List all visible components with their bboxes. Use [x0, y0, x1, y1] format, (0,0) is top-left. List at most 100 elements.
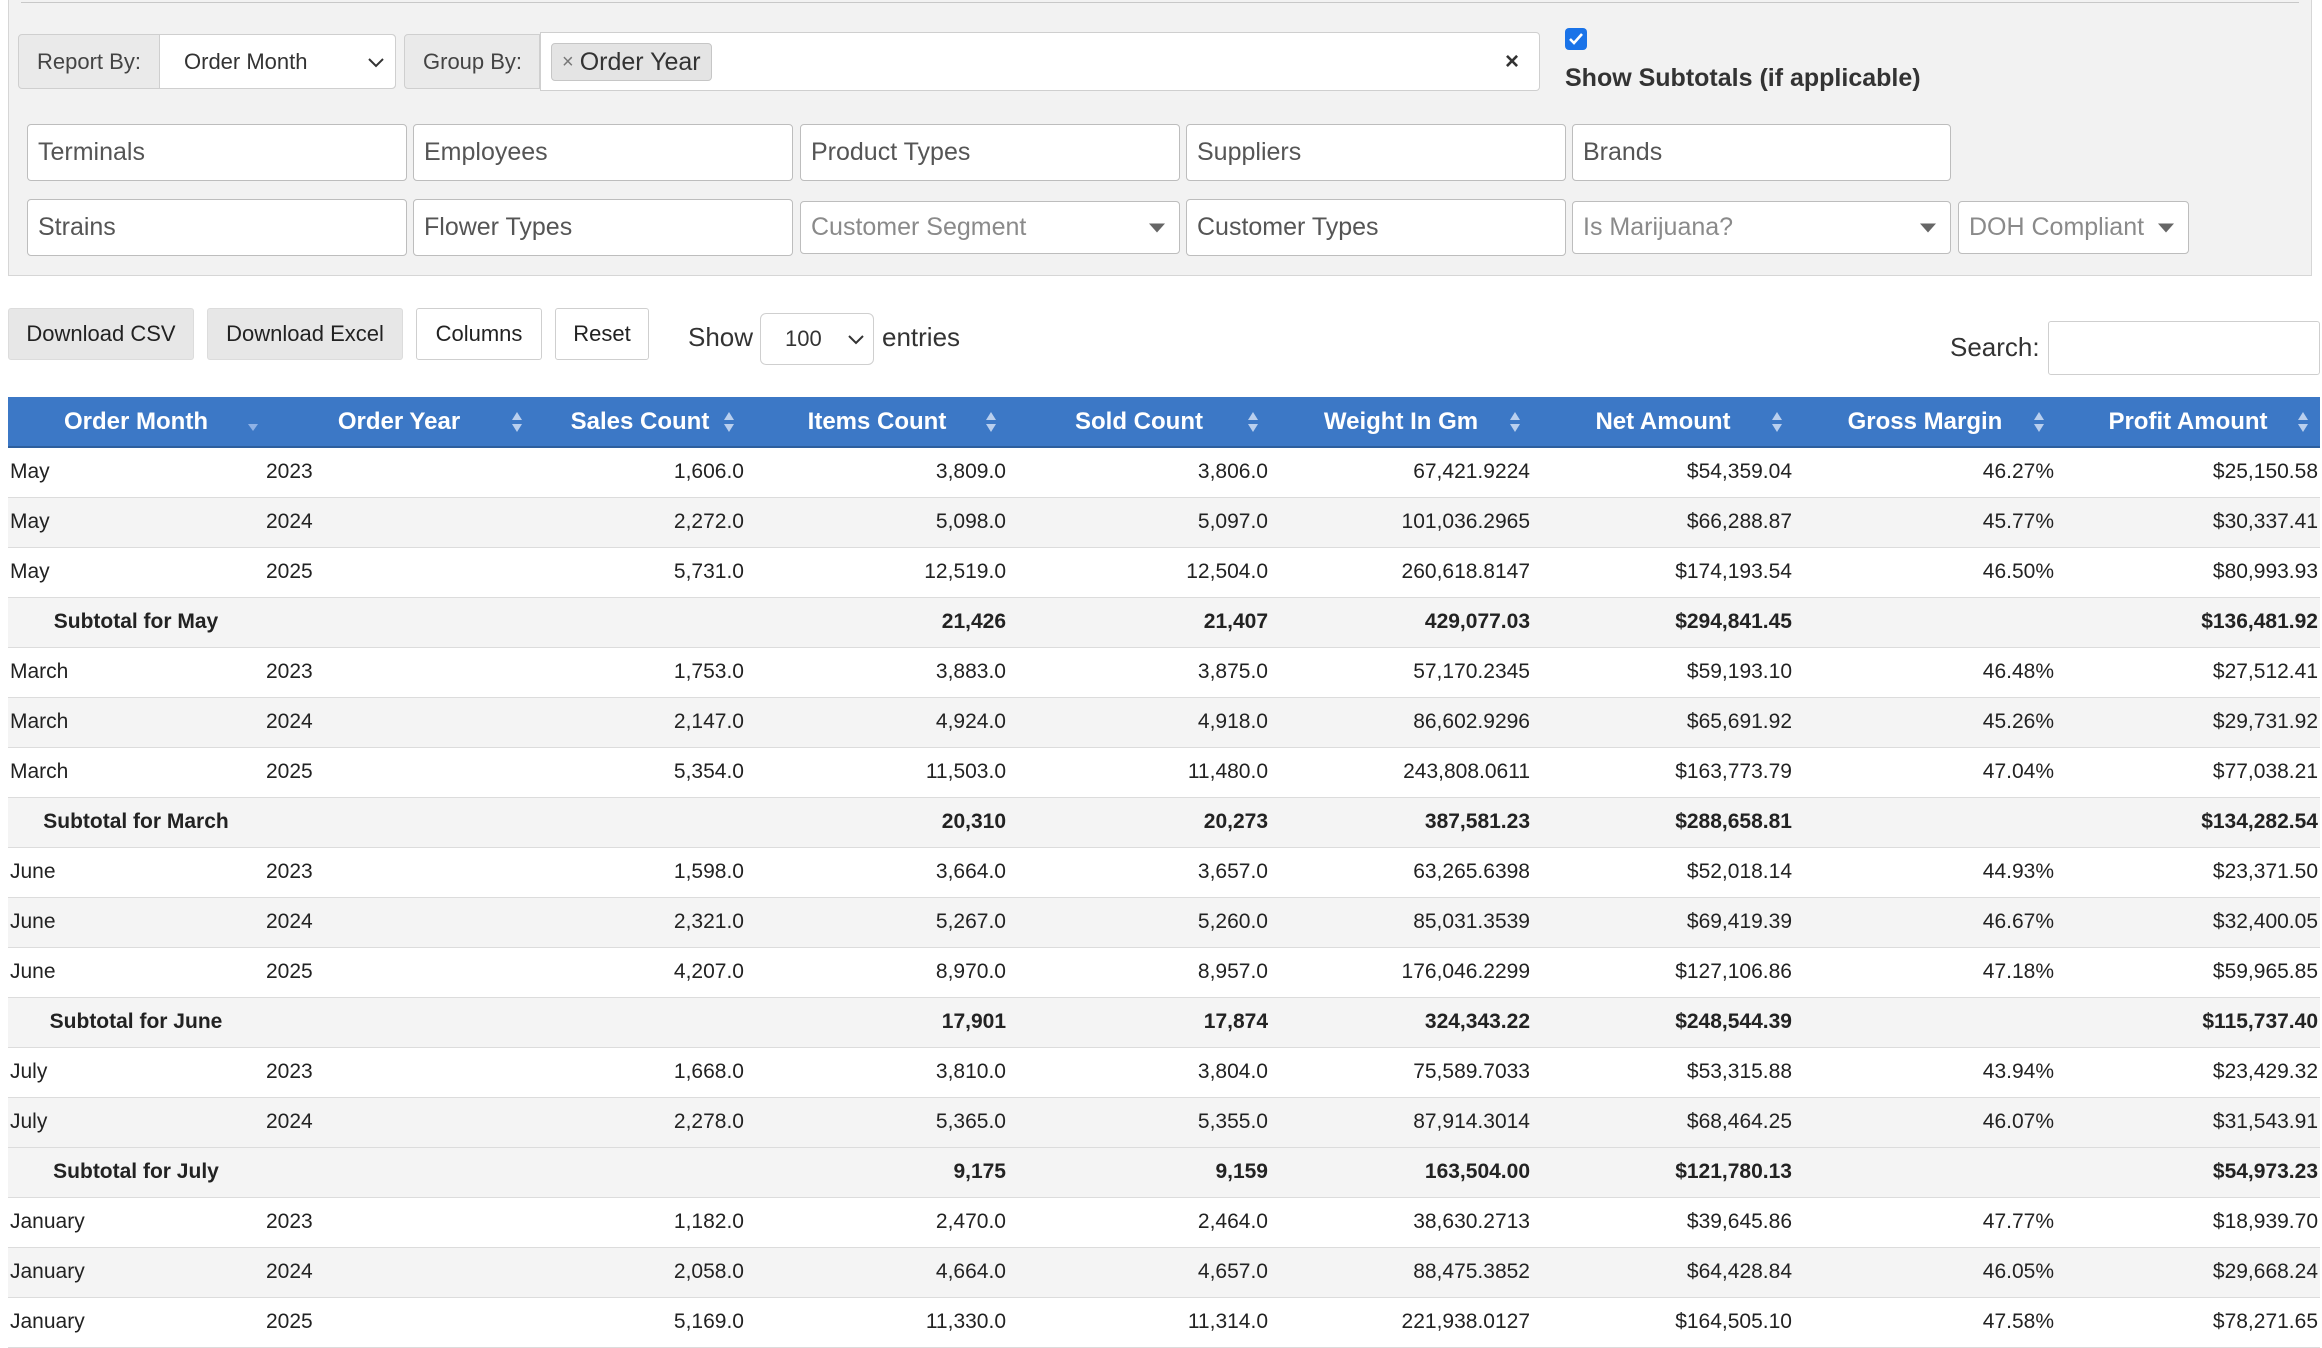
- strains-input[interactable]: Strains: [27, 199, 407, 256]
- employees-input[interactable]: Employees: [413, 124, 793, 181]
- sort-updown-icon: [724, 411, 734, 432]
- cell-weight: 163,504.00: [1270, 1147, 1532, 1198]
- sort-desc-icon: [248, 423, 258, 431]
- cell-sales-count: 5,169.0: [534, 1297, 746, 1348]
- download-excel-button[interactable]: Download Excel: [207, 308, 403, 360]
- product-types-input[interactable]: Product Types: [800, 124, 1180, 181]
- cell-sold-count: 5,097.0: [1008, 497, 1270, 548]
- subtotal-label: Subtotal for March: [8, 797, 264, 848]
- cell-sold-count: 4,918.0: [1008, 697, 1270, 748]
- subtotal-label: Subtotal for July: [8, 1147, 264, 1198]
- group-by-multiselect[interactable]: × Order Year ×: [540, 32, 1540, 91]
- empty-cell: [1794, 1147, 2056, 1198]
- header-order-month[interactable]: Order Month: [8, 397, 264, 448]
- download-csv-button[interactable]: Download CSV: [8, 308, 194, 360]
- cell-profit-amount: $29,731.92: [2056, 697, 2320, 748]
- cell-weight: 38,630.2713: [1270, 1197, 1532, 1248]
- brands-input[interactable]: Brands: [1572, 124, 1951, 181]
- cell-weight: 387,581.23: [1270, 797, 1532, 848]
- cell-gross-margin: 47.77%: [1794, 1197, 2056, 1248]
- cell-weight: 85,031.3539: [1270, 897, 1532, 948]
- header-net-amount[interactable]: Net Amount: [1532, 397, 1794, 448]
- group-by-label-box: Group By:: [404, 34, 540, 89]
- cell-month: March: [8, 747, 264, 798]
- entries-select[interactable]: 100: [760, 313, 874, 365]
- is-marijuana-select[interactable]: Is Marijuana?: [1572, 201, 1951, 254]
- empty-cell: [264, 797, 534, 848]
- is-marijuana-placeholder: Is Marijuana?: [1583, 213, 1734, 241]
- cell-gross-margin: 46.67%: [1794, 897, 2056, 948]
- doh-compliant-select[interactable]: DOH Compliant: [1958, 201, 2189, 254]
- chevron-down-icon: [368, 57, 384, 67]
- cell-year: 2023: [264, 1197, 534, 1248]
- table-body: May 2023 1,606.0 3,809.0 3,806.0 67,421.…: [8, 447, 2320, 1348]
- sort-updown-icon: [2298, 411, 2308, 432]
- search-input[interactable]: [2048, 321, 2320, 375]
- clear-icon[interactable]: ×: [1505, 48, 1519, 76]
- flower-types-input[interactable]: Flower Types: [413, 199, 793, 256]
- table-header-row: Order Month Order Year Sales Count Items…: [8, 397, 2320, 448]
- cell-items-count: 11,330.0: [746, 1297, 1008, 1348]
- table-row: May 2023 1,606.0 3,809.0 3,806.0 67,421.…: [8, 447, 2320, 498]
- cell-items-count: 3,664.0: [746, 847, 1008, 898]
- cell-weight: 86,602.9296: [1270, 697, 1532, 748]
- cell-items-count: 5,365.0: [746, 1097, 1008, 1148]
- cell-profit-amount: $23,371.50: [2056, 847, 2320, 898]
- entries-value: 100: [785, 326, 822, 351]
- report-by-select[interactable]: Report By: Order Month: [18, 34, 396, 89]
- suppliers-input[interactable]: Suppliers: [1186, 124, 1566, 181]
- header-order-year[interactable]: Order Year: [264, 397, 534, 448]
- cell-net-amount: $52,018.14: [1532, 847, 1794, 898]
- header-weight-in-gm[interactable]: Weight In Gm: [1270, 397, 1532, 448]
- cell-sales-count: 2,058.0: [534, 1247, 746, 1298]
- cell-year: 2023: [264, 1047, 534, 1098]
- remove-tag-icon[interactable]: ×: [562, 51, 574, 74]
- cell-sold-count: 3,804.0: [1008, 1047, 1270, 1098]
- empty-cell: [1794, 597, 2056, 648]
- cell-items-count: 11,503.0: [746, 747, 1008, 798]
- show-label: Show: [688, 322, 754, 352]
- cell-net-amount: $121,780.13: [1532, 1147, 1794, 1198]
- empty-cell: [264, 597, 534, 648]
- header-gross-margin[interactable]: Gross Margin: [1794, 397, 2056, 448]
- customer-segment-select[interactable]: Customer Segment: [800, 201, 1180, 254]
- cell-items-count: 3,810.0: [746, 1047, 1008, 1098]
- cell-gross-margin: 45.77%: [1794, 497, 2056, 548]
- show-subtotals-label: Show Subtotals (if applicable): [1565, 64, 1921, 92]
- cell-profit-amount: $115,737.40: [2056, 997, 2320, 1048]
- cell-weight: 67,421.9224: [1270, 447, 1532, 498]
- reset-button[interactable]: Reset: [555, 308, 649, 360]
- cell-gross-margin: 47.18%: [1794, 947, 2056, 998]
- header-profit-amount[interactable]: Profit Amount: [2056, 397, 2320, 448]
- sort-updown-icon: [1510, 411, 1520, 432]
- cell-net-amount: $163,773.79: [1532, 747, 1794, 798]
- show-subtotals-checkbox[interactable]: [1565, 28, 1587, 50]
- cell-month: May: [8, 547, 264, 598]
- cell-sold-count: 5,260.0: [1008, 897, 1270, 948]
- header-label: Sales Count: [570, 407, 710, 435]
- table-row: March 2023 1,753.0 3,883.0 3,875.0 57,17…: [8, 647, 2320, 698]
- cell-items-count: 2,470.0: [746, 1197, 1008, 1248]
- group-by-tag[interactable]: × Order Year: [551, 43, 712, 81]
- cell-year: 2025: [264, 747, 534, 798]
- customer-types-input[interactable]: Customer Types: [1186, 199, 1566, 256]
- cell-month: January: [8, 1197, 264, 1248]
- report-by-value[interactable]: Order Month: [159, 35, 395, 88]
- header-sales-count[interactable]: Sales Count: [534, 397, 746, 448]
- cell-profit-amount: $23,429.32: [2056, 1047, 2320, 1098]
- sort-updown-icon: [1772, 411, 1782, 432]
- columns-button[interactable]: Columns: [416, 308, 542, 360]
- cell-weight: 429,077.03: [1270, 597, 1532, 648]
- cell-profit-amount: $77,038.21: [2056, 747, 2320, 798]
- cell-month: March: [8, 647, 264, 698]
- cell-sold-count: 20,273: [1008, 797, 1270, 848]
- header-sold-count[interactable]: Sold Count: [1008, 397, 1270, 448]
- cell-sales-count: 2,147.0: [534, 697, 746, 748]
- cell-month: June: [8, 947, 264, 998]
- cell-sales-count: 1,598.0: [534, 847, 746, 898]
- header-items-count[interactable]: Items Count: [746, 397, 1008, 448]
- terminals-input[interactable]: Terminals: [27, 124, 407, 181]
- cell-gross-margin: 46.05%: [1794, 1247, 2056, 1298]
- cell-sold-count: 8,957.0: [1008, 947, 1270, 998]
- cell-sold-count: 2,464.0: [1008, 1197, 1270, 1248]
